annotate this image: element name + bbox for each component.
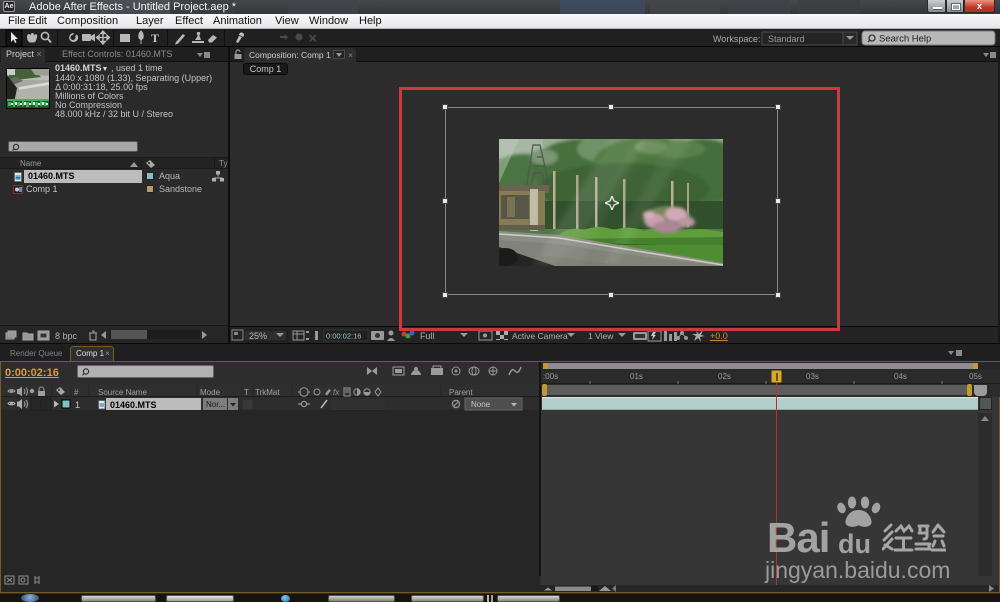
svg-text:25%: 25% — [249, 331, 267, 341]
svg-text:0:00:02:16: 0:00:02:16 — [326, 332, 361, 341]
svg-text:1 View: 1 View — [588, 331, 614, 341]
svg-text:Full: Full — [420, 331, 435, 341]
svg-text:Nor...: Nor... — [206, 400, 225, 409]
svg-text:1: 1 — [75, 400, 80, 410]
svg-text:Search Help: Search Help — [879, 34, 931, 45]
svg-text:01460.MTS: 01460.MTS — [110, 400, 157, 410]
svg-text:Parent: Parent — [449, 388, 473, 397]
svg-text:Source Name: Source Name — [98, 388, 147, 397]
svg-text:Standard: Standard — [768, 34, 805, 44]
svg-text:T: T — [151, 31, 159, 45]
svg-text:None: None — [471, 400, 491, 409]
svg-text:+0.0: +0.0 — [710, 331, 728, 341]
svg-text:02s: 02s — [718, 372, 731, 381]
svg-text:TrkMat: TrkMat — [255, 388, 280, 397]
svg-text:fx: fx — [333, 388, 340, 397]
svg-text:#: # — [74, 388, 79, 397]
svg-text:8 bpc: 8 bpc — [55, 331, 78, 341]
svg-text:01s: 01s — [630, 372, 643, 381]
svg-text:Mode: Mode — [200, 388, 221, 397]
svg-text:04s: 04s — [894, 372, 907, 381]
svg-text:03s: 03s — [806, 372, 819, 381]
svg-text:T: T — [244, 388, 249, 397]
svg-text:Active Camera: Active Camera — [512, 331, 568, 341]
svg-text:05s: 05s — [969, 372, 982, 381]
svg-text::00s: :00s — [543, 372, 558, 381]
svg-text:Workspace:: Workspace: — [713, 34, 760, 44]
